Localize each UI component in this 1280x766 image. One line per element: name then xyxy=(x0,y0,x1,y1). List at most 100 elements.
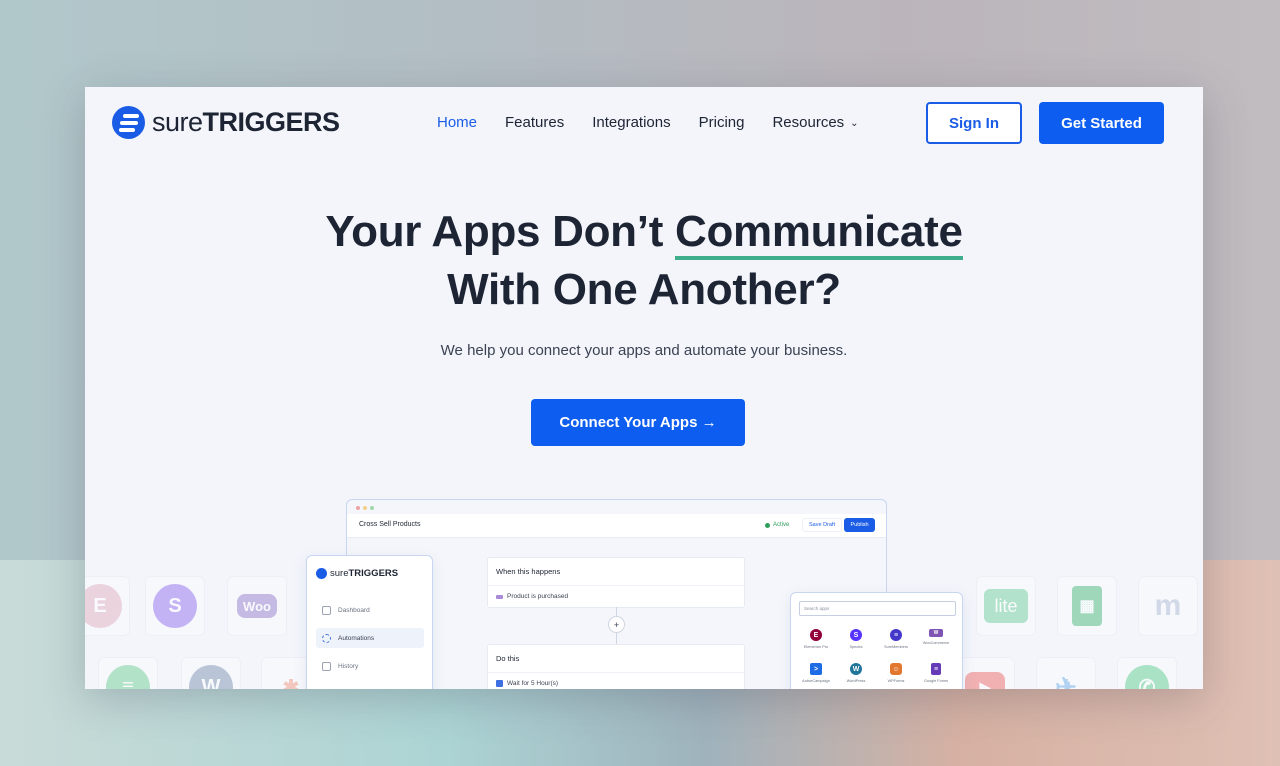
google-sheets-icon: ▦ xyxy=(1072,586,1102,626)
app-sidebar-mockup: sureTRIGGERS Dashboard Automations Histo… xyxy=(306,555,433,689)
add-step-button[interactable]: + xyxy=(608,616,625,633)
chevron-down-icon: ⌄ xyxy=(850,118,859,129)
nav-pricing[interactable]: Pricing xyxy=(699,114,745,131)
status-badge: Active xyxy=(765,522,789,528)
bg-tile-youtube: ▶ xyxy=(955,657,1015,689)
app-label: Spectra xyxy=(849,645,863,649)
google-forms-icon: ≡ xyxy=(931,663,941,675)
app-label: Google Forms xyxy=(923,679,949,683)
bg-tile-google-sheets: ▦ xyxy=(1057,576,1117,636)
sidebar-item-history[interactable]: History xyxy=(316,656,424,676)
sidebar-logo-bold: TRIGGERS xyxy=(348,568,399,579)
window-dot-green xyxy=(370,506,374,510)
apps-picker: Search apps E Elementor Pro S Spectra ≡ Sur… xyxy=(790,592,963,689)
workflow-title: Cross Sell Products xyxy=(359,521,421,528)
spectra-icon: S xyxy=(850,629,862,641)
app-label: WPForms xyxy=(887,679,905,683)
action-item[interactable]: Wait for 5 Hour(s) xyxy=(488,673,744,689)
whatsapp-icon: ✆ xyxy=(1125,665,1169,689)
sidebar-item-label: Automations xyxy=(338,634,375,642)
app-spectra[interactable]: S Spectra xyxy=(836,629,876,649)
bg-tile-suremembers: ≡ xyxy=(98,657,158,689)
hero-title-part1: Your Apps Don’t xyxy=(325,207,675,256)
bg-tile-twitter: ✈ xyxy=(1036,657,1096,689)
bg-tile-elementor: E xyxy=(85,576,130,636)
hero-title-highlight: Communicate xyxy=(674,208,963,260)
sidebar-logo: sureTRIGGERS xyxy=(316,568,398,579)
bg-tile-wordpress: W xyxy=(181,657,241,689)
workflow-toolbar: Cross Sell Products Active Save Draft Pu… xyxy=(347,514,886,538)
action-header: Do this xyxy=(488,645,744,673)
woocommerce-icon: W xyxy=(929,629,943,637)
suremembers-icon: ≡ xyxy=(106,665,150,689)
archive-icon xyxy=(322,661,331,671)
bg-tile-woocommerce: Woo xyxy=(227,576,287,636)
bg-tile-memberpress: m xyxy=(1138,576,1198,636)
trigger-header: When this happens xyxy=(488,558,744,586)
nav-features[interactable]: Features xyxy=(505,114,564,131)
sidebar-item-label: Dashboard xyxy=(338,606,370,614)
window-dot-red xyxy=(356,506,360,510)
wordpress-icon: W xyxy=(850,663,862,675)
sidebar-item-dashboard[interactable]: Dashboard xyxy=(316,600,424,620)
app-wpforms[interactable]: ☺ WPForms xyxy=(876,663,916,683)
nav-resources[interactable]: Resources ⌄ xyxy=(772,114,858,131)
bg-tile-lite: lite xyxy=(976,576,1036,636)
logo-text-light: sure xyxy=(152,107,203,137)
app-elementor-pro[interactable]: E Elementor Pro xyxy=(796,629,836,649)
elementor-icon: E xyxy=(810,629,822,641)
automation-icon xyxy=(322,633,331,643)
twitter-icon: ✈ xyxy=(1055,671,1077,690)
site-logo[interactable]: sureTRIGGERS xyxy=(112,106,340,139)
trigger-card[interactable]: When this happens Product is purchased xyxy=(487,557,745,608)
save-draft-button[interactable]: Save Draft xyxy=(802,518,842,532)
publish-button[interactable]: Publish xyxy=(844,518,875,532)
app-wordpress[interactable]: W WordPress xyxy=(836,663,876,683)
app-woocommerce[interactable]: W WooCommerce xyxy=(916,629,956,645)
app-label: ActiveCampaign xyxy=(802,679,830,683)
app-label: SureMembers xyxy=(884,645,908,649)
bg-tile-whatsapp: ✆ xyxy=(1117,657,1177,689)
status-label: Active xyxy=(773,522,790,528)
hero-title: Your Apps Don’t Communicate With One Ano… xyxy=(85,203,1203,319)
nav-home[interactable]: Home xyxy=(437,114,477,131)
wordpress-icon: W xyxy=(189,665,233,689)
sidebar-item-label: History xyxy=(338,662,359,670)
hero-subtitle: We help you connect your apps and automa… xyxy=(440,342,848,359)
sidebar-logo-text: sureTRIGGERS xyxy=(330,568,398,579)
memberpress-icon: m xyxy=(1154,589,1182,622)
sidebar-item-automations[interactable]: Automations xyxy=(316,628,424,648)
app-activecampaign[interactable]: > ActiveCampaign xyxy=(796,663,836,683)
elementor-icon: E xyxy=(85,584,122,628)
youtube-icon: ▶ xyxy=(965,672,1005,689)
activecampaign-icon: > xyxy=(810,663,822,675)
lite-icon: lite xyxy=(984,589,1028,623)
app-label: WordPress xyxy=(846,679,866,683)
app-google-forms[interactable]: ≡ Google Forms xyxy=(916,663,956,683)
logo-icon xyxy=(316,568,327,579)
action-item-label: Wait for 5 Hour(s) xyxy=(507,680,559,687)
action-card[interactable]: Do this Wait for 5 Hour(s) xyxy=(487,644,745,689)
grid-icon xyxy=(322,605,331,615)
nav-integrations[interactable]: Integrations xyxy=(592,114,670,131)
app-suremembers[interactable]: ≡ SureMembers xyxy=(876,629,916,649)
nav-resources-label: Resources xyxy=(772,114,845,131)
woocommerce-icon: Woo xyxy=(237,594,277,618)
window-dots xyxy=(356,506,374,510)
clock-icon xyxy=(496,680,503,687)
trigger-item[interactable]: Product is purchased xyxy=(488,586,744,607)
logo-text-bold: TRIGGERS xyxy=(202,107,341,137)
window-dot-yellow xyxy=(363,506,367,510)
wpforms-icon: ☺ xyxy=(890,663,902,675)
spectra-icon: S xyxy=(153,584,197,628)
sign-in-button[interactable]: Sign In xyxy=(926,102,1022,144)
app-label: WooCommerce xyxy=(922,641,950,645)
connect-apps-button[interactable]: Connect Your Apps → xyxy=(531,399,745,446)
app-label: Elementor Pro xyxy=(803,645,829,649)
bg-tile-spectra: S xyxy=(145,576,205,636)
get-started-button[interactable]: Get Started xyxy=(1039,102,1164,144)
suremembers-icon: ≡ xyxy=(890,629,902,641)
logo-text: sureTRIGGERS xyxy=(152,107,340,138)
search-apps-input[interactable]: Search apps xyxy=(799,601,956,616)
trigger-item-label: Product is purchased xyxy=(507,593,569,600)
